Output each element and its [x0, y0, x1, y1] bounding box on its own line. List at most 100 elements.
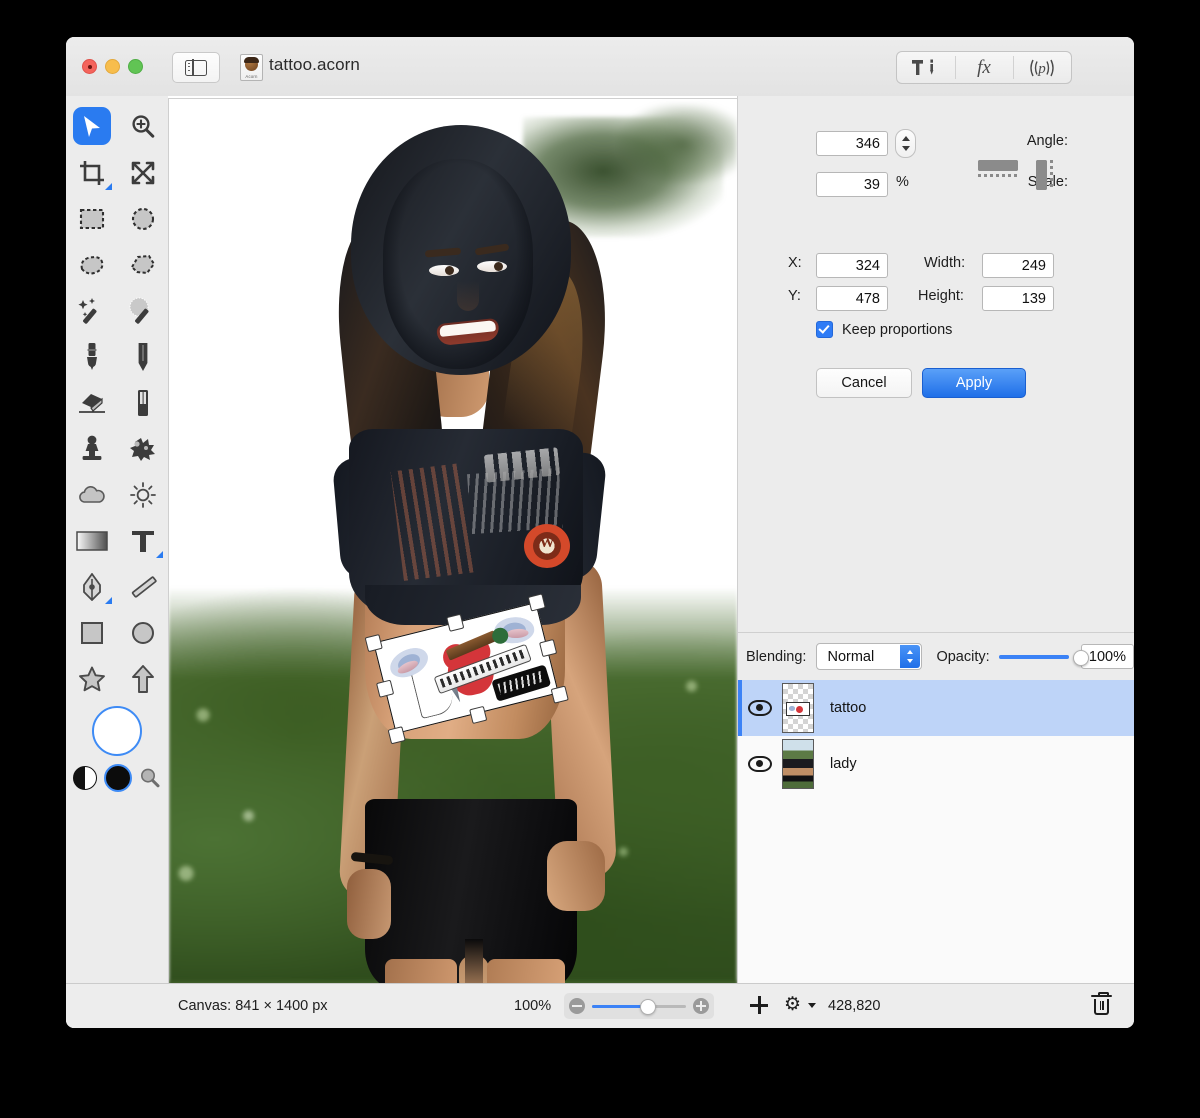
foreground-color-swatch[interactable] — [92, 706, 142, 756]
opacity-slider[interactable] — [998, 649, 1089, 666]
color-picker-icon[interactable] — [139, 767, 161, 789]
tool-zoom[interactable] — [117, 104, 168, 150]
tool-text[interactable] — [117, 518, 168, 564]
color-swatches — [66, 706, 168, 792]
tool-crop[interactable] — [66, 150, 117, 196]
cancel-button[interactable]: Cancel — [816, 368, 912, 398]
background-color-swatch[interactable] — [104, 764, 132, 792]
minimize-button[interactable] — [105, 59, 120, 74]
add-layer-icon[interactable] — [750, 996, 768, 1014]
zoom-knob[interactable] — [640, 999, 656, 1015]
tool-pencil[interactable] — [117, 334, 168, 380]
opacity-value-input[interactable]: 100% — [1080, 644, 1134, 669]
tool-line[interactable] — [117, 564, 168, 610]
layer-visibility-icon[interactable] — [748, 756, 772, 772]
trash-icon[interactable] — [1091, 992, 1112, 1015]
hammer-and-pen-icon — [912, 59, 934, 75]
status-bar: Canvas: 841 × 1400 px 100% ⚙ 428,820 — [66, 983, 1134, 1028]
traffic-light-group — [82, 59, 143, 74]
layer-visibility-icon[interactable] — [748, 700, 772, 716]
tool-rectangle-shape[interactable] — [66, 610, 117, 656]
elliptical-marquee-icon — [131, 207, 154, 231]
crop-icon — [79, 161, 104, 185]
scale-input[interactable]: 39 — [816, 172, 888, 197]
tool-move[interactable] — [66, 104, 117, 150]
eye-left — [429, 265, 459, 276]
tool-smudge[interactable] — [117, 426, 168, 472]
x-label: X: — [788, 255, 802, 271]
palettes-button[interactable]: p — [1013, 52, 1071, 83]
tool-smart-eraser[interactable] — [117, 380, 168, 426]
hand-left — [347, 869, 391, 939]
zoom-out-icon[interactable] — [569, 998, 585, 1014]
zoom-button[interactable] — [128, 59, 143, 74]
tool-polygonal-lasso[interactable] — [117, 242, 168, 288]
tool-blur[interactable] — [66, 472, 117, 518]
flip-vertical-icon[interactable] — [1036, 160, 1066, 190]
tool-bezier-pen[interactable] — [66, 564, 117, 610]
y-label: Y: — [788, 288, 801, 304]
layer-name: lady — [830, 756, 857, 772]
toolbar-button-group: fx p — [896, 51, 1072, 84]
image-canvas[interactable]: W — [168, 98, 738, 1008]
blending-mode-value: Normal — [827, 648, 875, 665]
tool-options-triangle — [105, 597, 112, 604]
photo-subject: W — [169, 99, 737, 1007]
layer-row-tattoo[interactable]: tattoo — [738, 680, 1134, 736]
keep-proportions-checkbox[interactable] — [816, 321, 833, 338]
fx-palette-button[interactable]: fx — [955, 52, 1013, 83]
tool-gradient[interactable] — [66, 518, 117, 564]
layers-list: tattoo lady — [738, 680, 1134, 984]
y-input[interactable]: 478 — [816, 286, 888, 311]
layer-row-lady[interactable]: lady — [738, 736, 1134, 792]
tool-eraser[interactable] — [66, 380, 117, 426]
gear-icon[interactable]: ⚙ — [784, 995, 803, 1014]
smudge-icon — [129, 438, 155, 461]
tool-lasso[interactable] — [66, 242, 117, 288]
blending-mode-select[interactable]: Normal — [816, 643, 923, 670]
flip-horizontal-icon[interactable] — [978, 160, 1018, 190]
blending-row: Blending: Normal Opacity: 100% — [738, 633, 1134, 680]
eraser-icon — [78, 394, 105, 413]
rectangular-marquee-icon — [79, 208, 104, 230]
nose — [457, 281, 479, 311]
width-label: Width: — [924, 255, 966, 271]
zoom-slider[interactable] — [564, 993, 714, 1019]
window-titlebar: Acorn tattoo.acorn fx p — [66, 37, 1134, 97]
canvas-area[interactable]: W — [168, 96, 738, 1008]
layer-name: tattoo — [830, 700, 867, 716]
chevron-down-icon[interactable] — [808, 1003, 816, 1008]
svg-text:p: p — [1037, 61, 1046, 77]
tool-options-triangle — [105, 183, 112, 190]
close-button[interactable] — [82, 59, 97, 74]
tools-palette-button[interactable] — [897, 52, 955, 83]
tool-dodge-burn[interactable] — [117, 472, 168, 518]
tool-star-shape[interactable] — [66, 656, 117, 702]
sun-icon — [129, 482, 156, 508]
palettes-icon: p — [1030, 59, 1054, 77]
tool-magic-wand[interactable] — [66, 288, 117, 334]
tool-arrow-shape[interactable] — [117, 656, 168, 702]
tool-clone-stamp[interactable] — [66, 426, 117, 472]
hand-right — [547, 841, 605, 911]
tool-instant-alpha[interactable] — [117, 288, 168, 334]
sidebar-toggle-button[interactable] — [172, 52, 220, 83]
x-input[interactable]: 324 — [816, 253, 888, 278]
swap-colors-icon[interactable] — [73, 766, 97, 790]
tool-transform[interactable] — [117, 150, 168, 196]
angle-input[interactable]: 346 — [816, 131, 888, 156]
tool-brush[interactable] — [66, 334, 117, 380]
tool-rectangular-marquee[interactable] — [66, 196, 117, 242]
tool-ellipse-shape[interactable] — [117, 610, 168, 656]
apply-button[interactable]: Apply — [922, 368, 1026, 398]
memory-usage-label: 428,820 — [828, 998, 881, 1014]
width-input[interactable]: 249 — [982, 253, 1054, 278]
tool-palette — [66, 96, 169, 1028]
zoom-in-icon[interactable] — [693, 998, 709, 1014]
text-icon — [131, 531, 154, 552]
tool-elliptical-marquee[interactable] — [117, 196, 168, 242]
height-input[interactable]: 139 — [982, 286, 1054, 311]
zoom-track[interactable] — [592, 1005, 686, 1008]
zoom-level-label: 100% — [514, 998, 552, 1014]
angle-stepper[interactable] — [895, 129, 916, 158]
